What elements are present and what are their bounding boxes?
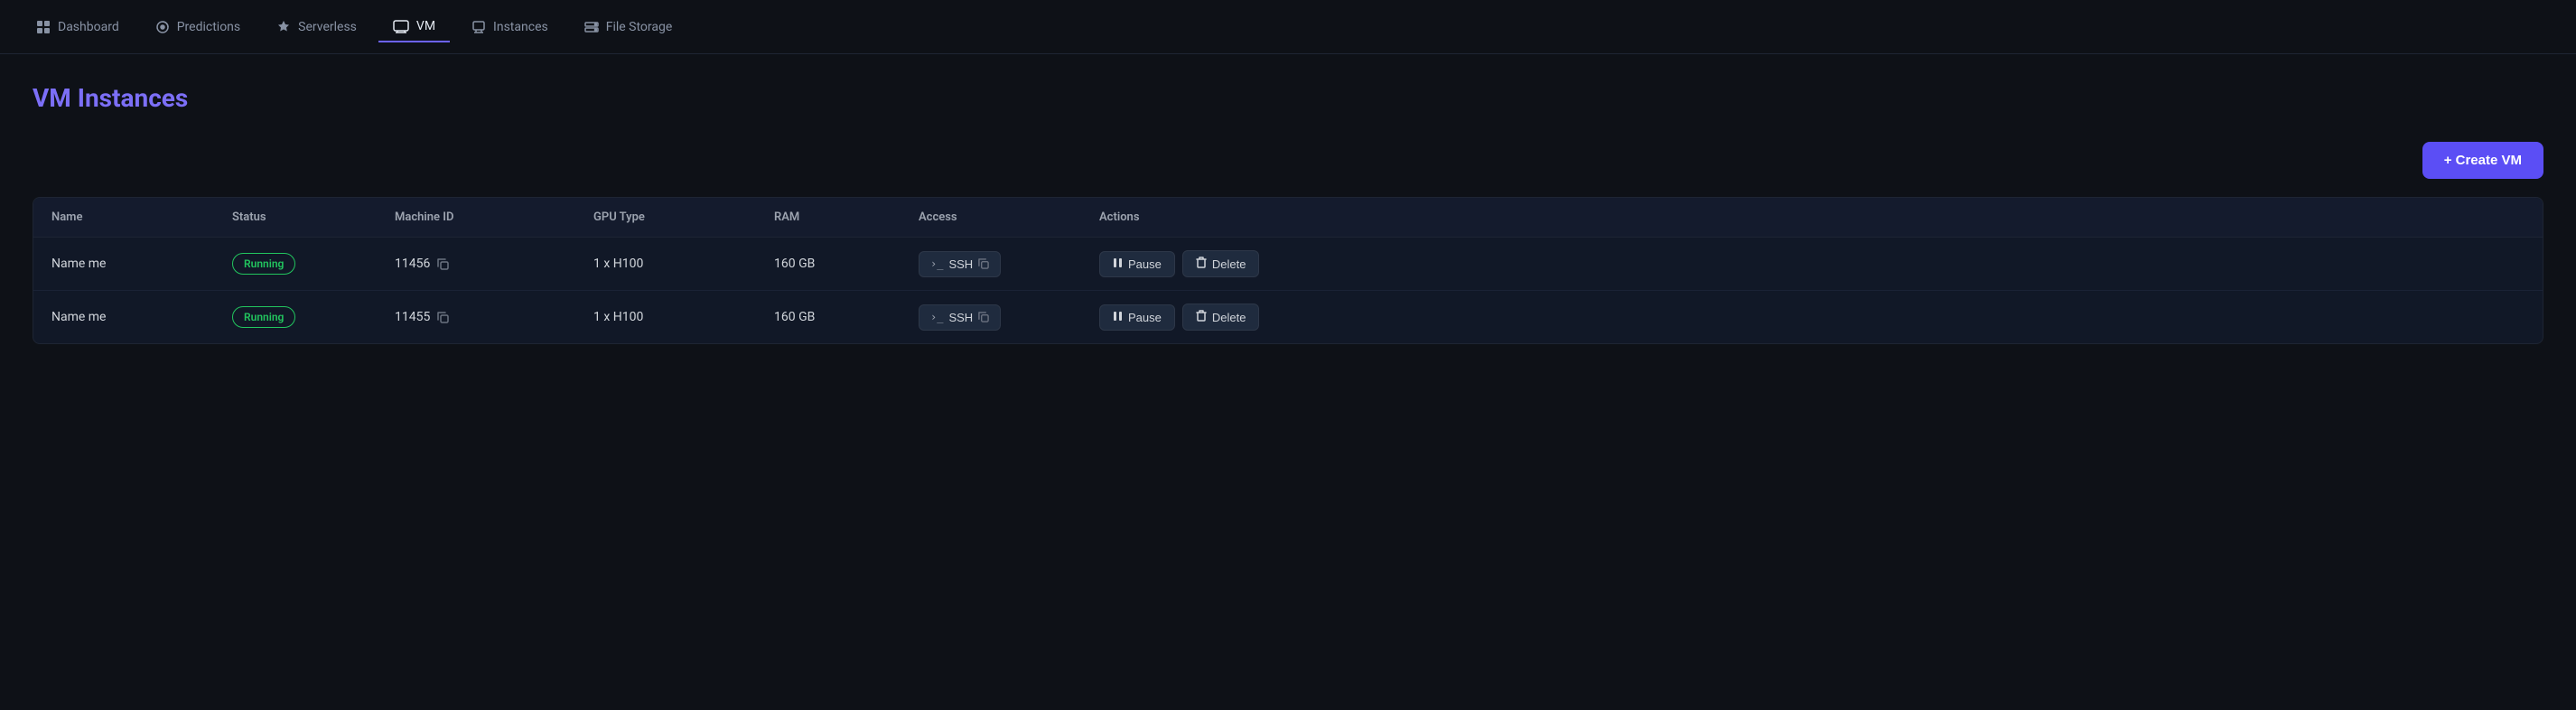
vm-instances-table: Name Status Machine ID GPU Type RAM Acce… [33, 197, 2543, 344]
table-header-row: Name Status Machine ID GPU Type RAM Acce… [33, 198, 2543, 238]
toolbar: + Create VM [33, 142, 2543, 179]
row1-pause-label: Pause [1128, 257, 1162, 271]
row1-actions-cell: Pause Delete [1099, 250, 2525, 277]
row2-ram: 160 GB [774, 310, 919, 324]
row2-status: Running [232, 306, 395, 328]
nav-label-instances: Instances [493, 20, 548, 34]
row2-status-badge: Running [232, 306, 295, 328]
row1-gpu-type: 1 x H100 [593, 257, 774, 271]
row1-name: Name me [51, 257, 232, 271]
navigation: Dashboard Predictions Serverless VM [0, 0, 2576, 54]
row2-machine-id-cell: 11455 [395, 310, 593, 324]
pause-icon [1113, 311, 1123, 324]
nav-label-file-storage: File Storage [606, 20, 673, 34]
row1-ram: 160 GB [774, 257, 919, 271]
row2-pause-label: Pause [1128, 311, 1162, 324]
trash-icon [1196, 257, 1207, 271]
row2-copy-machine-id-icon[interactable] [437, 312, 449, 323]
create-vm-button[interactable]: + Create VM [2422, 142, 2543, 179]
row1-delete-label: Delete [1212, 257, 1246, 271]
header-actions: Actions [1099, 210, 2525, 224]
main-content: VM Instances + Create VM Name Status Mac… [0, 54, 2576, 373]
vm-icon [393, 19, 409, 33]
nav-label-dashboard: Dashboard [58, 20, 119, 34]
terminal-icon: ›_ [930, 257, 943, 270]
row2-actions-cell: Pause Delete [1099, 304, 2525, 331]
header-ram: RAM [774, 210, 919, 224]
row2-access-cell: ›_ SSH [919, 304, 1099, 331]
table-row: Name me Running 11455 1 x H100 160 GB ›_… [33, 291, 2543, 343]
row1-ssh-button[interactable]: ›_ SSH [919, 251, 1001, 277]
nav-item-instances[interactable]: Instances [457, 13, 563, 42]
row1-access-cell: ›_ SSH [919, 251, 1099, 277]
row1-copy-machine-id-icon[interactable] [437, 258, 449, 270]
file-storage-icon [584, 20, 599, 34]
nav-label-vm: VM [416, 19, 435, 33]
header-status: Status [232, 210, 395, 224]
row1-delete-button[interactable]: Delete [1182, 250, 1260, 277]
row1-copy-ssh-icon[interactable] [978, 258, 989, 269]
instances-icon [471, 20, 486, 34]
row2-pause-button[interactable]: Pause [1099, 304, 1175, 331]
row2-gpu-type: 1 x H100 [593, 310, 774, 324]
row2-delete-label: Delete [1212, 311, 1246, 324]
row2-ssh-label: SSH [948, 311, 973, 324]
row1-machine-id-cell: 11456 [395, 257, 593, 271]
nav-item-dashboard[interactable]: Dashboard [22, 13, 134, 42]
row1-machine-id: 11456 [395, 257, 430, 271]
nav-item-predictions[interactable]: Predictions [141, 13, 255, 42]
row2-machine-id: 11455 [395, 310, 430, 324]
row2-name: Name me [51, 310, 232, 324]
nav-item-serverless[interactable]: Serverless [262, 13, 371, 42]
serverless-icon [276, 20, 291, 34]
nav-item-vm[interactable]: VM [378, 12, 450, 42]
row2-delete-button[interactable]: Delete [1182, 304, 1260, 331]
row2-copy-ssh-icon[interactable] [978, 312, 989, 322]
nav-label-predictions: Predictions [177, 20, 240, 34]
row1-pause-button[interactable]: Pause [1099, 251, 1175, 277]
row1-status-badge: Running [232, 253, 295, 275]
row1-status: Running [232, 253, 395, 275]
header-machine-id: Machine ID [395, 210, 593, 224]
trash-icon [1196, 310, 1207, 324]
row1-ssh-label: SSH [948, 257, 973, 271]
nav-label-serverless: Serverless [298, 20, 357, 34]
terminal-icon: ›_ [930, 311, 943, 323]
nav-item-file-storage[interactable]: File Storage [570, 13, 687, 42]
header-access: Access [919, 210, 1099, 224]
table-row: Name me Running 11456 1 x H100 160 GB ›_… [33, 238, 2543, 291]
pause-icon [1113, 257, 1123, 271]
dashboard-icon [36, 20, 51, 34]
predictions-icon [155, 20, 170, 34]
page-title: VM Instances [33, 83, 2543, 113]
header-gpu-type: GPU Type [593, 210, 774, 224]
row2-ssh-button[interactable]: ›_ SSH [919, 304, 1001, 331]
header-name: Name [51, 210, 232, 224]
